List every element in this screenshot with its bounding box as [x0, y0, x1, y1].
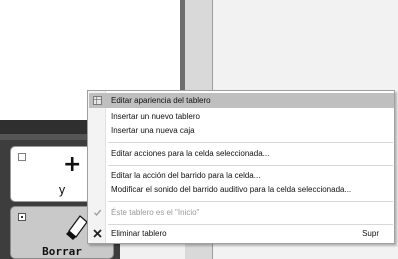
menu-separator [108, 165, 393, 166]
menu-separator [108, 201, 393, 202]
plus-icon: + [63, 152, 82, 177]
eraser-icon [66, 215, 88, 240]
edit-appearance-icon [93, 96, 102, 105]
menu-separator [108, 142, 393, 143]
menu-item-insert-box[interactable]: Insertar una nueva caja [89, 123, 394, 138]
menu-item-edit-appearance[interactable]: Editar apariencia del tablero [89, 93, 394, 108]
cell-checkbox[interactable] [18, 153, 26, 161]
menu-item-home-board: Éste tablero es el "Inicio" [89, 205, 394, 220]
cell-label: Borrar [42, 245, 82, 258]
menu-item-edit-actions[interactable]: Editar acciones para la celda selecciona… [89, 146, 394, 161]
menu-item-modify-scan-sound[interactable]: Modificar el sonido del barrido auditivo… [89, 182, 394, 197]
cell-checkbox[interactable] [18, 213, 26, 221]
menu-item-insert-board[interactable]: Insertar un nuevo tablero [89, 109, 394, 124]
context-menu: Editar apariencia del tablero Insertar u… [87, 90, 395, 244]
menu-item-delete-board[interactable]: Eliminar tablero Supr [89, 226, 394, 241]
checkmark-icon [93, 209, 102, 217]
menu-item-edit-scan-action[interactable]: Editar la acción del barrido para la cel… [89, 168, 394, 183]
menu-separator [108, 224, 393, 225]
shortcut-supr: Supr [362, 229, 379, 238]
close-x-icon [93, 229, 102, 238]
